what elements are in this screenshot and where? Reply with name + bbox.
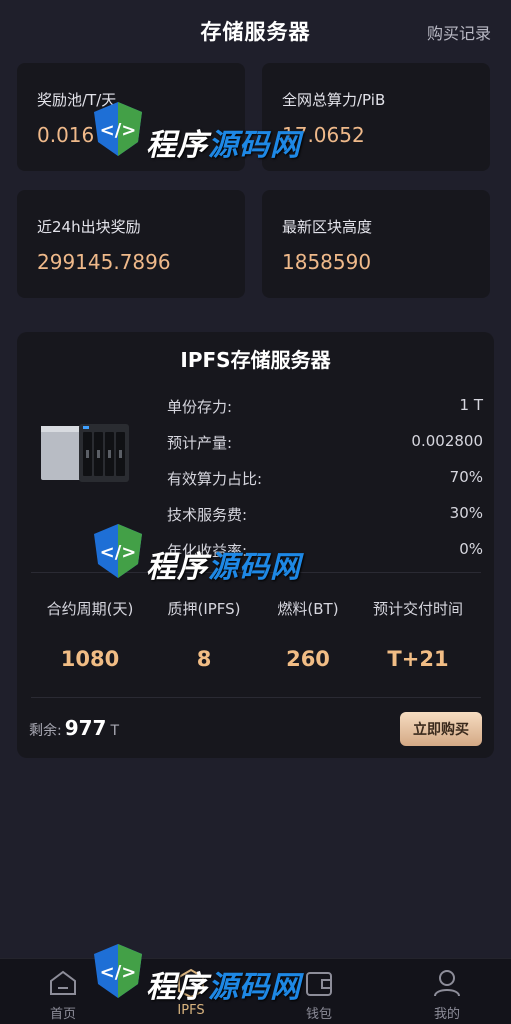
delivery-time-metric: 预计交付时间 T+21	[359, 598, 477, 671]
spec-key: 有效算力占比:	[167, 470, 263, 488]
remaining-stock: 剩余: 977 T	[29, 716, 119, 740]
product-title: IPFS存储服务器	[180, 348, 331, 372]
watermark-text: 程序源码网	[146, 128, 301, 163]
nas-server-image	[41, 424, 129, 482]
svg-text:</>: </>	[100, 962, 137, 983]
spec-value: 0%	[459, 540, 483, 558]
metric-value: 8	[196, 647, 212, 671]
metric-value: 260	[286, 647, 330, 671]
watermark-text: 程序源码网	[146, 550, 301, 585]
remaining-label: 剩余:	[29, 723, 62, 739]
block-height-card: 最新区块高度 1858590	[262, 190, 490, 298]
svg-text:</>: </>	[100, 120, 137, 141]
metric-label: 合约周期(天)	[46, 600, 134, 618]
spec-row: 预计产量: 0.002800	[167, 430, 483, 454]
contract-period-metric: 合约周期(天) 1080	[31, 598, 149, 671]
remaining-unit: T	[110, 723, 120, 739]
watermark-logo: </> 程序源码网	[90, 940, 320, 1020]
page: 存储服务器 购买记录 奖励池/T/天 0.016 全网总算力/PiB 17.06…	[0, 0, 511, 1024]
nav-label: 我的	[433, 1007, 460, 1022]
spec-key: 预计产量:	[167, 434, 233, 452]
shield-code-icon: </>	[94, 944, 142, 998]
header: 存储服务器 购买记录	[0, 0, 511, 60]
watermark-logo: </> 程序源码网	[90, 520, 320, 600]
fuel-metric: 燃料(BT) 260	[249, 598, 367, 671]
stat-value: 299145.7896	[37, 250, 171, 274]
nav-item-home[interactable]: 首页	[28, 967, 98, 1022]
nav-label: 首页	[49, 1007, 76, 1022]
block-reward-card: 近24h出块奖励 299145.7896	[17, 190, 245, 298]
metric-value: 1080	[60, 647, 120, 671]
metric-value: T+21	[387, 647, 449, 671]
metric-label: 燃料(BT)	[277, 600, 339, 618]
spec-key: 单份存力:	[167, 398, 233, 416]
remaining-value: 977	[64, 716, 107, 740]
stat-label: 近24h出块奖励	[37, 218, 141, 236]
purchase-records-link[interactable]: 购买记录	[427, 20, 491, 44]
spec-value: 70%	[449, 468, 483, 486]
shield-code-icon: </>	[94, 524, 142, 578]
spec-row: 单份存力: 1 T	[167, 394, 483, 418]
watermark-logo: </> 程序源码网	[90, 98, 320, 178]
user-icon	[434, 970, 460, 997]
shield-code-icon: </>	[94, 102, 142, 156]
home-icon	[50, 970, 76, 995]
spec-row: 有效算力占比: 70%	[167, 466, 483, 490]
watermark-text: 程序源码网	[146, 970, 301, 1005]
spec-value: 30%	[449, 504, 483, 522]
stat-value: 1858590	[282, 250, 372, 274]
spec-value: 1 T	[459, 396, 483, 414]
spec-value: 0.002800	[411, 432, 483, 450]
svg-text:</>: </>	[100, 542, 137, 563]
metric-label: 预计交付时间	[372, 600, 463, 618]
stat-label: 最新区块高度	[282, 218, 373, 236]
stat-value: 0.016	[37, 123, 95, 147]
pledge-metric: 质押(IPFS) 8	[145, 598, 263, 671]
metric-label: 质押(IPFS)	[167, 600, 241, 618]
buy-now-button[interactable]: 立即购买	[400, 712, 482, 746]
nav-item-profile[interactable]: 我的	[412, 967, 482, 1022]
divider	[31, 697, 481, 698]
